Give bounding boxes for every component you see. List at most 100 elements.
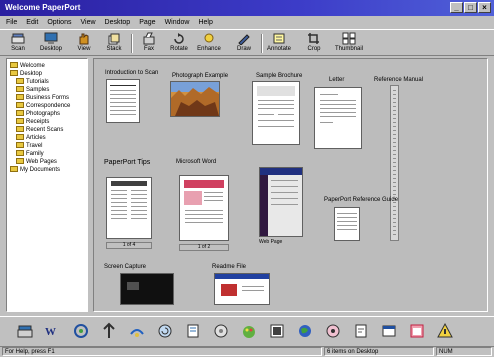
tree-item[interactable]: Receipts (16, 118, 49, 126)
menu-file[interactable]: File (6, 16, 17, 29)
disk-app-icon[interactable] (324, 322, 342, 340)
web-page-thumbnail[interactable] (259, 167, 303, 237)
page-navigator[interactable]: 1 of 2 (179, 244, 229, 251)
folder-icon (10, 70, 18, 76)
document-thumbnail[interactable] (334, 207, 360, 241)
item-label: Photograph Example (172, 73, 229, 79)
folder-icon (16, 110, 24, 116)
tree-item[interactable]: Family (16, 150, 44, 158)
tree-item[interactable]: Business Forms (16, 94, 69, 102)
notepad-app-icon[interactable] (352, 322, 370, 340)
tree-item[interactable]: My Documents (10, 166, 60, 174)
enhance-button[interactable]: Enhance (195, 32, 223, 55)
title-bar: Welcome PaperPort _ □ × (0, 0, 494, 16)
menu-options[interactable]: Options (47, 16, 71, 29)
close-button[interactable]: × (478, 2, 491, 13)
document-thumbnail[interactable] (252, 81, 300, 145)
status-bar: For Help, press F1 6 items on Desktop NU… (0, 346, 494, 356)
folder-icon (16, 126, 24, 132)
fax-app-icon[interactable] (100, 322, 118, 340)
scanner-icon (11, 33, 25, 44)
tree-item[interactable]: Articles (16, 134, 46, 142)
calendar-app-icon[interactable] (408, 322, 426, 340)
menu-window[interactable]: Window (165, 16, 190, 29)
tree-item[interactable]: Desktop (10, 70, 42, 78)
tree-item[interactable]: Web Pages (16, 158, 57, 166)
stack-label: Stack (106, 46, 122, 52)
document-thumbnail[interactable] (106, 79, 140, 123)
minimize-button[interactable]: _ (450, 2, 463, 13)
explorer-app-icon[interactable] (380, 322, 398, 340)
crop-label: Crop (307, 46, 321, 52)
thumbnails-button[interactable]: Thumbnails (335, 32, 363, 55)
menu-page[interactable]: Page (139, 16, 155, 29)
cdrom-app-icon[interactable] (212, 322, 230, 340)
photo-image (171, 82, 219, 116)
folder-icon (10, 62, 18, 68)
desktop-button[interactable]: Desktop (37, 32, 65, 55)
document-thumbnail[interactable] (106, 177, 152, 239)
view-button[interactable]: View (70, 32, 98, 55)
scan-button[interactable]: Scan (4, 32, 32, 55)
crop-icon (308, 33, 319, 44)
photo-thumbnail[interactable] (170, 81, 220, 117)
annotate-button[interactable]: Annotate (265, 32, 293, 55)
item-label: Microsoft Word (176, 159, 217, 165)
menu-desktop[interactable]: Desktop (105, 16, 131, 29)
pen-icon (238, 34, 250, 45)
thumbnails-label: Thumbnails (335, 46, 363, 52)
item-label: Letter (329, 77, 345, 83)
thumbnails-icon (342, 32, 356, 45)
folder-icon (16, 158, 24, 164)
desktop-icon (44, 32, 58, 44)
warning-app-icon[interactable] (436, 322, 454, 340)
desktop-workspace: Introduction to Scan Photograph Example … (93, 58, 488, 312)
stack-button[interactable]: Stack (100, 32, 128, 55)
view-label: View (77, 46, 91, 52)
item-label: Reference Manual (374, 77, 424, 83)
excel-app-icon[interactable] (268, 322, 286, 340)
web-page-thumbnail[interactable] (214, 273, 270, 305)
word-app-icon[interactable]: W (44, 322, 62, 340)
ocr-app-icon[interactable] (156, 322, 174, 340)
tree-item[interactable]: Photographs (16, 110, 60, 118)
note-icon (273, 33, 285, 44)
draw-label: Draw (236, 46, 251, 52)
print-app-icon[interactable] (184, 322, 202, 340)
status-message: For Help, press F1 (2, 347, 322, 356)
send-to-bar: W (0, 316, 494, 346)
document-thumbnail[interactable] (314, 87, 362, 149)
status-numlock: NUM (436, 347, 492, 356)
globe-app-icon[interactable] (296, 322, 314, 340)
item-label: Web Page (259, 239, 283, 245)
folder-icon (16, 150, 24, 156)
tree-item[interactable]: Travel (16, 142, 42, 150)
tree-item[interactable]: Samples (16, 86, 49, 94)
rotate-button[interactable]: Rotate (165, 32, 193, 55)
screen-capture-thumbnail[interactable] (120, 273, 174, 305)
rotate-icon (174, 33, 184, 44)
fax-button[interactable]: Fax (135, 32, 163, 55)
menu-help[interactable]: Help (198, 16, 212, 29)
draw-button[interactable]: Draw (230, 32, 258, 55)
paint-app-icon[interactable] (240, 322, 258, 340)
crop-button[interactable]: Crop (300, 32, 328, 55)
menu-view[interactable]: View (80, 16, 95, 29)
tree-item[interactable]: Correspondence (16, 102, 70, 110)
status-count: 6 items on Desktop (324, 347, 434, 356)
tree-item[interactable]: Welcome (10, 62, 45, 70)
tree-item[interactable]: Tutorials (16, 78, 49, 86)
browser-app-icon[interactable] (72, 322, 90, 340)
page-navigator[interactable]: 1 of 4 (106, 242, 152, 249)
menu-edit[interactable]: Edit (26, 16, 38, 29)
document-thumbnail[interactable] (179, 175, 229, 241)
tree-item[interactable]: Recent Scans (16, 126, 63, 134)
enhance-icon (204, 33, 214, 43)
scan-label: Scan (11, 46, 25, 52)
item-label: PaperPort Tips (104, 159, 151, 166)
scanner-app-icon[interactable] (16, 322, 34, 340)
email-app-icon[interactable] (128, 322, 146, 340)
maximize-button[interactable]: □ (464, 2, 477, 13)
folder-icon (16, 94, 24, 100)
long-document-thumbnail[interactable] (390, 85, 399, 241)
